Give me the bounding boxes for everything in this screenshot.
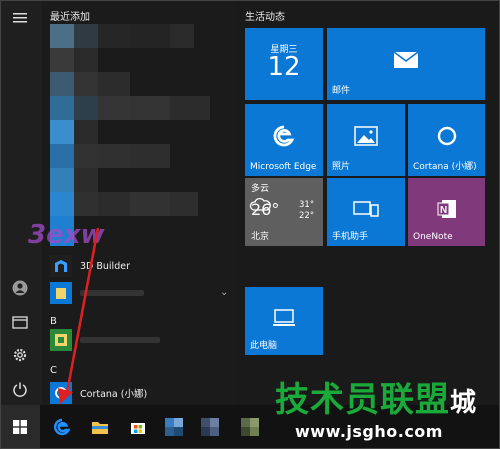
site-watermark-text: 技术员联盟城 xyxy=(275,380,478,420)
site-watermark-url: www.jsgho.com xyxy=(295,422,443,441)
